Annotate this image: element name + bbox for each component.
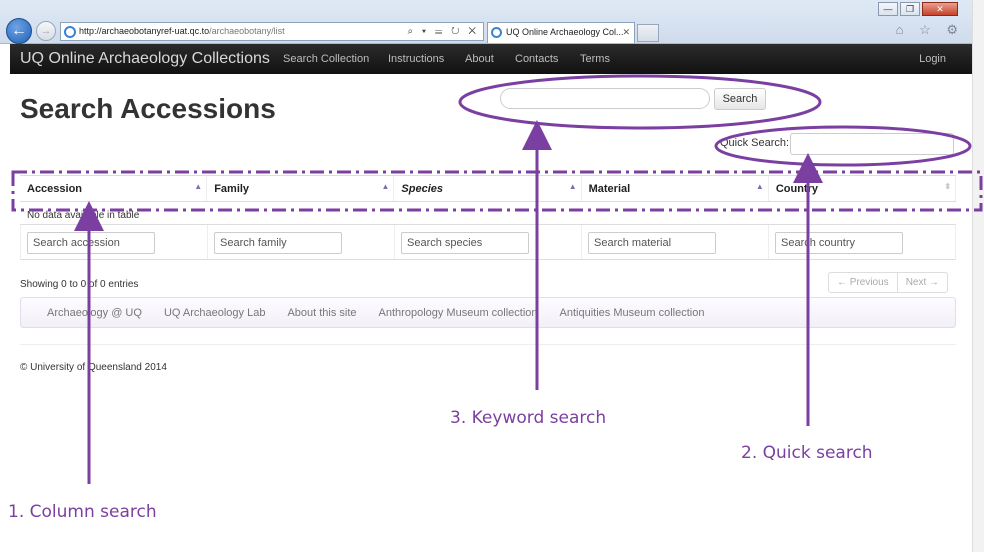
footer-divider <box>20 344 956 345</box>
search-family-input[interactable]: Search family <box>214 232 342 254</box>
annotation-keyword-search: 3. Keyword search <box>450 408 607 428</box>
keyword-search-input[interactable] <box>500 88 710 109</box>
address-bar[interactable]: http://archaeobotanyref-uat.qc.to/archae… <box>60 22 484 41</box>
footer-link-about-site[interactable]: About this site <box>287 307 356 319</box>
footer-link-antiquities-museum[interactable]: Antiquities Museum collection <box>560 307 705 319</box>
keyword-search-button[interactable]: Search <box>714 88 766 110</box>
annotation-column-search: 1. Column search <box>8 502 157 522</box>
ie-logo-icon <box>64 26 76 38</box>
column-label: Country <box>775 183 818 195</box>
new-tab-button[interactable] <box>637 24 659 42</box>
window-edge <box>972 0 984 552</box>
window-controls: — ❐ ✕ <box>878 2 958 16</box>
filter-cell: Search material <box>582 225 769 259</box>
column-header-accession[interactable]: Accession ▲ <box>20 176 208 201</box>
footer-link-archaeology-lab[interactable]: UQ Archaeology Lab <box>164 307 266 319</box>
table-info: Showing 0 to 0 of 0 entries <box>20 279 139 290</box>
sort-ascending-icon: ▲ <box>381 182 390 191</box>
nav-instructions[interactable]: Instructions <box>388 53 444 65</box>
home-favorites-settings-icons[interactable]: ⌂ ☆ ⚙ <box>896 22 964 38</box>
next-page-button[interactable]: Next → <box>896 273 947 292</box>
search-material-input[interactable]: Search material <box>588 232 716 254</box>
login-link[interactable]: Login <box>919 53 946 65</box>
tab-close-icon[interactable]: ✕ <box>622 23 630 42</box>
minimize-button[interactable]: — <box>878 2 898 16</box>
footer-link-archaeology-uq[interactable]: Archaeology @ UQ <box>47 307 142 319</box>
page-title: Search Accessions <box>20 93 276 124</box>
quick-search-input[interactable] <box>790 133 954 155</box>
site-navbar: UQ Online Archaeology Collections Search… <box>10 44 972 74</box>
column-header-family[interactable]: Family ▲ <box>207 176 395 201</box>
sort-both-icon: ⬍ <box>944 182 952 191</box>
footer-links-bar: Archaeology @ UQ UQ Archaeology Lab Abou… <box>20 297 956 328</box>
nav-about[interactable]: About <box>465 53 494 65</box>
column-header-country[interactable]: Country ⬍ <box>769 176 957 201</box>
column-label: Material <box>588 183 631 195</box>
tab-favicon-icon <box>491 27 502 38</box>
browser-chrome: — ❐ ✕ ← → http://archaeobotanyref-uat.qc… <box>0 0 972 44</box>
nav-contacts[interactable]: Contacts <box>515 53 558 65</box>
copyright-text: © University of Queensland 2014 <box>20 362 167 373</box>
nav-search-collection[interactable]: Search Collection <box>283 53 369 65</box>
site-brand[interactable]: UQ Online Archaeology Collections <box>20 50 270 68</box>
footer-link-anthropology-museum[interactable]: Anthropology Museum collection <box>379 307 538 319</box>
column-label: Accession <box>27 183 83 195</box>
pagination: ← Previous Next → <box>828 272 949 293</box>
address-tools-icons[interactable]: ⌕ ▾ ☰ ↻ ✕ <box>408 23 479 40</box>
search-accession-input[interactable]: Search accession <box>27 232 155 254</box>
quick-search-label: Quick Search: <box>720 137 790 149</box>
column-label: Species <box>401 183 443 195</box>
maximize-button[interactable]: ❐ <box>900 2 920 16</box>
sort-ascending-icon: ▲ <box>568 182 577 191</box>
url-domain: http://archaeobotanyref-uat.qc.to <box>79 26 210 36</box>
filter-cell: Search species <box>395 225 582 259</box>
sort-ascending-icon: ▲ <box>194 182 203 191</box>
column-header-species[interactable]: Species ▲ <box>394 176 582 201</box>
empty-table-message: No data available in table <box>27 210 140 221</box>
sort-ascending-icon: ▲ <box>755 182 764 191</box>
forward-button[interactable]: → <box>36 21 56 41</box>
column-filter-row: Search accession Search family Search sp… <box>20 224 956 260</box>
url-path: /archaeobotany/list <box>209 26 285 36</box>
table-header: Accession ▲ Family ▲ Species ▲ Material ▲ Co… <box>20 176 957 202</box>
filter-cell: Search country <box>769 225 956 259</box>
tab-title: UQ Online Archaeology Col... <box>506 27 624 37</box>
column-header-material[interactable]: Material ▲ <box>582 176 769 201</box>
annotation-quick-search: 2. Quick search <box>741 443 873 463</box>
filter-cell: Search family <box>208 225 395 259</box>
search-country-input[interactable]: Search country <box>775 232 903 254</box>
nav-terms[interactable]: Terms <box>580 53 610 65</box>
close-window-button[interactable]: ✕ <box>922 2 958 16</box>
search-species-input[interactable]: Search species <box>401 232 529 254</box>
filter-cell: Search accession <box>20 225 208 259</box>
accessions-table: Accession ▲ Family ▲ Species ▲ Material ▲ Co… <box>20 175 957 260</box>
browser-tab[interactable]: UQ Online Archaeology Col... ✕ <box>487 22 635 43</box>
previous-page-button[interactable]: ← Previous <box>829 273 897 292</box>
column-label: Family <box>214 183 250 195</box>
back-button[interactable]: ← <box>6 18 32 44</box>
